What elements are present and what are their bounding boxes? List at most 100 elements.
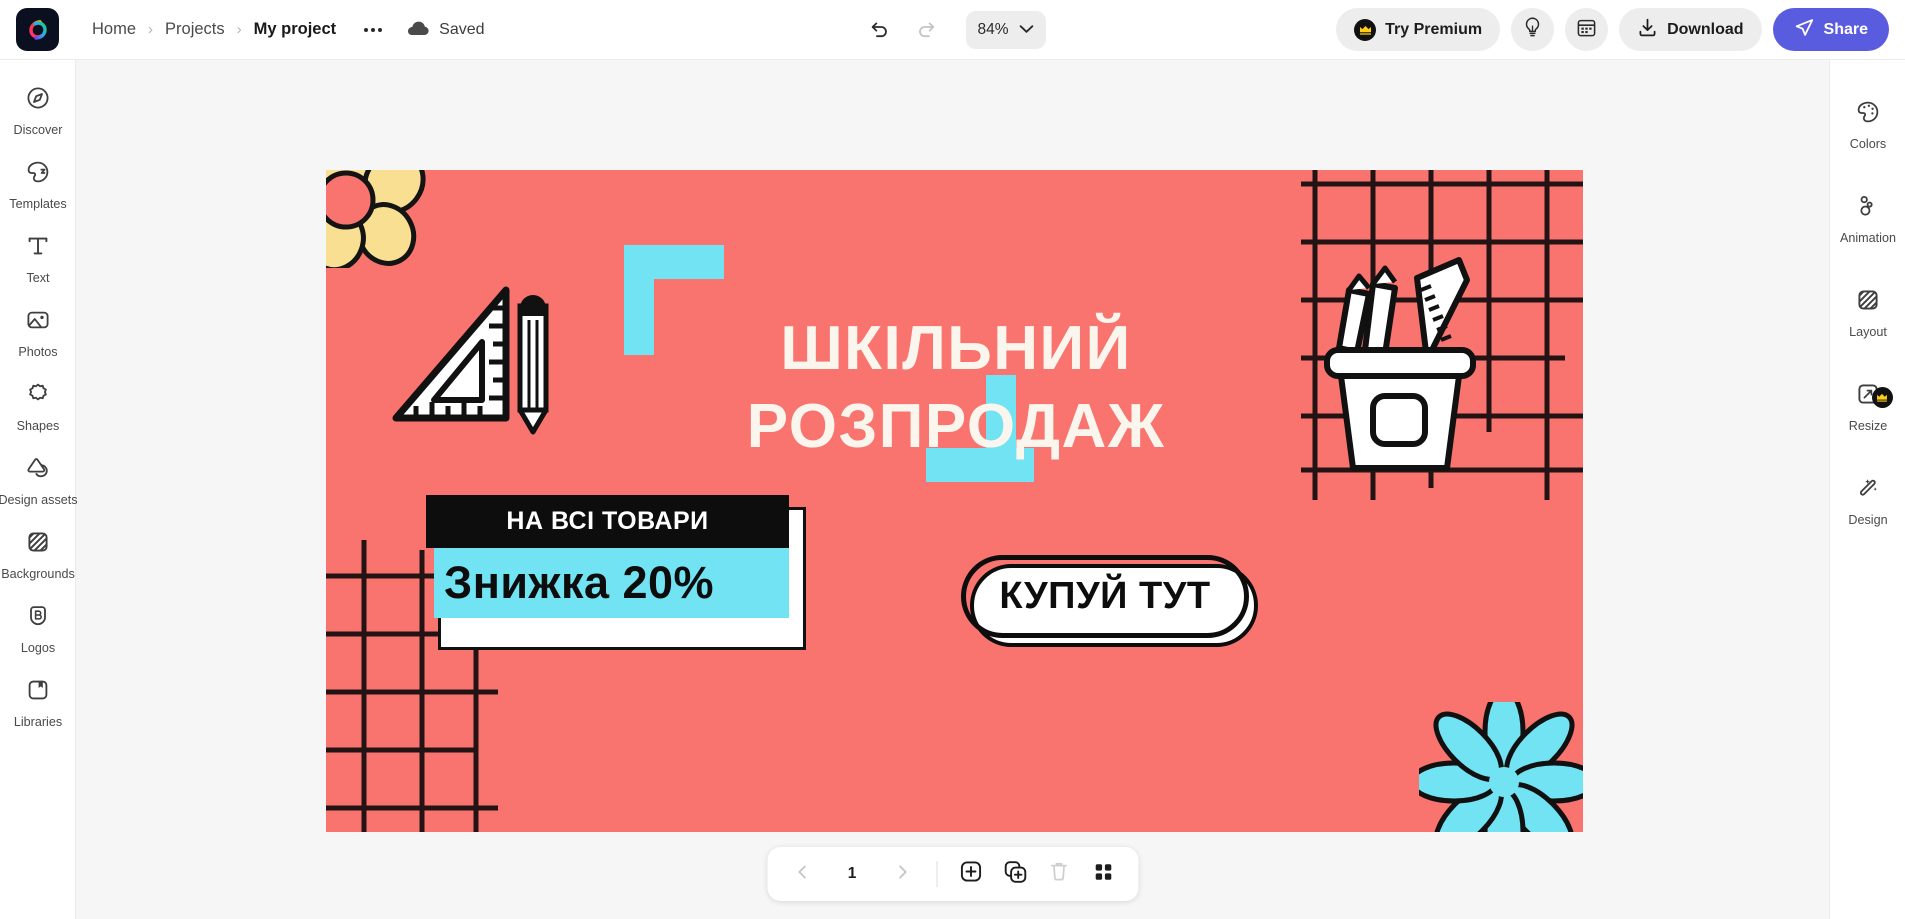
cta-pill: КУПУЙ ТУТ <box>961 555 1249 638</box>
headline-line-1: ШКІЛЬНИЙ <box>780 314 1132 383</box>
app-root: Home › Projects › My project Saved 84% T… <box>0 0 1905 919</box>
palette-icon <box>1855 99 1881 130</box>
sidebar-item-label: Templates <box>9 197 67 211</box>
sidebar-item-label: Photos <box>18 345 58 359</box>
plus-square-icon <box>960 860 983 888</box>
lightbulb-icon <box>1522 16 1543 43</box>
sidebar-item-libraries[interactable]: Libraries <box>0 666 76 740</box>
trash-icon <box>1048 860 1071 888</box>
calendar-icon <box>1576 17 1597 43</box>
download-icon <box>1637 17 1658 43</box>
breadcrumb-item-my-project[interactable]: My project <box>246 16 345 43</box>
ellipsis-icon[interactable] <box>358 16 388 44</box>
sidebar-item-text[interactable]: Text <box>0 222 76 296</box>
add-page-button[interactable] <box>950 853 992 895</box>
canvas-workspace[interactable]: ШКІЛЬНИЙ РОЗПРОДАЖ НА ВСІ ТОВАРИ Знижка … <box>76 60 1829 919</box>
page-navigation-bar: 1 <box>767 847 1138 901</box>
page-number[interactable]: 1 <box>825 865 879 883</box>
sidebar-item-layout[interactable]: Layout <box>1830 266 1905 360</box>
divider <box>936 861 937 887</box>
duplicate-icon <box>1003 860 1027 889</box>
grid-view-button[interactable] <box>1082 853 1124 895</box>
sidebar-item-logos[interactable]: Logos <box>0 592 76 666</box>
magic-wand-icon <box>1855 475 1881 506</box>
text-t-icon <box>25 233 51 264</box>
try-premium-label: Try Premium <box>1385 20 1483 38</box>
save-status-label: Saved <box>439 20 485 38</box>
design-assets-icon <box>25 455 51 486</box>
crown-icon <box>1877 393 1887 402</box>
sidebar-item-discover[interactable]: Discover <box>0 74 76 148</box>
sidebar-item-label: Design <box>1848 513 1888 527</box>
sidebar-item-backgrounds[interactable]: Backgrounds <box>0 518 76 592</box>
calendar-button[interactable] <box>1565 8 1609 51</box>
sidebar-item-label: Resize <box>1848 419 1888 433</box>
design-canvas[interactable]: ШКІЛЬНИЙ РОЗПРОДАЖ НА ВСІ ТОВАРИ Знижка … <box>326 170 1583 832</box>
ruler-triangle-and-pencil <box>392 286 549 435</box>
badge-top-bar: НА ВСІ ТОВАРИ <box>426 495 789 548</box>
sidebar-item-label: Animation <box>1839 231 1896 245</box>
sidebar-item-resize[interactable]: Resize <box>1830 360 1905 454</box>
adobe-express-logo[interactable] <box>16 8 59 51</box>
sidebar-item-label: Logos <box>20 641 56 655</box>
share-label: Share <box>1823 20 1868 38</box>
zoom-level-select[interactable]: 84% <box>965 10 1046 49</box>
sidebar-item-label: Design assets <box>0 493 78 507</box>
top-bar-actions: Try Premium Download Share <box>1336 8 1889 51</box>
grid-view-icon <box>1092 861 1114 888</box>
libraries-icon <box>25 677 51 708</box>
sidebar-item-label: Libraries <box>13 715 63 729</box>
previous-page-button[interactable] <box>781 853 823 895</box>
breadcrumb-separator-icon: › <box>236 21 242 38</box>
sidebar-item-label: Text <box>26 271 50 285</box>
cta-button[interactable]: КУПУЙ ТУТ <box>961 555 1261 655</box>
undo-icon[interactable] <box>859 11 897 49</box>
headline-line-2: РОЗПРОДАЖ <box>746 391 1166 461</box>
pencil-cup-with-ruler <box>1324 257 1476 471</box>
premium-badge <box>1871 386 1893 408</box>
sidebar-item-label: Shapes <box>16 419 60 433</box>
sidebar-item-colors[interactable]: Colors <box>1830 78 1905 172</box>
sidebar-item-label: Layout <box>1849 325 1887 339</box>
next-page-button[interactable] <box>881 853 923 895</box>
sidebar-item-templates[interactable]: Templates <box>0 148 76 222</box>
discount-badge[interactable]: НА ВСІ ТОВАРИ Знижка 20% <box>426 495 806 650</box>
chevron-right-icon <box>894 864 910 885</box>
sidebar-item-design-assets[interactable]: Design assets <box>0 444 78 518</box>
delete-page-button[interactable] <box>1038 853 1080 895</box>
sidebar-item-label: Backgrounds <box>1 567 75 581</box>
right-sidebar: Colors Animation Layout Resize Design <box>1829 60 1905 919</box>
crown-icon <box>1354 18 1377 41</box>
chevron-down-icon <box>1019 21 1034 39</box>
shapes-icon <box>25 381 51 412</box>
zoom-level-value: 84% <box>977 20 1009 38</box>
cta-label: КУПУЙ ТУТ <box>999 575 1211 617</box>
badge-bottom-bar: Знижка 20% <box>434 548 789 618</box>
save-status: Saved <box>406 19 485 41</box>
download-label: Download <box>1667 20 1744 38</box>
try-premium-button[interactable]: Try Premium <box>1336 8 1501 51</box>
breadcrumb-item-projects[interactable]: Projects <box>157 16 233 43</box>
duplicate-page-button[interactable] <box>994 853 1036 895</box>
sidebar-item-photos[interactable]: Photos <box>0 296 76 370</box>
sidebar-item-label: Colors <box>1849 137 1887 151</box>
download-button[interactable]: Download <box>1619 8 1762 51</box>
sidebar-item-animation[interactable]: Animation <box>1830 172 1905 266</box>
animation-icon <box>1855 193 1881 224</box>
sidebar-item-label: Discover <box>13 123 63 137</box>
badge-bottom-label: Знижка 20% <box>444 557 715 608</box>
photo-icon <box>25 307 51 338</box>
breadcrumb-item-home[interactable]: Home <box>84 16 144 43</box>
badge-top-label: НА ВСІ ТОВАРИ <box>506 507 709 535</box>
sidebar-item-design[interactable]: Design <box>1830 454 1905 548</box>
redo-icon[interactable] <box>907 11 945 49</box>
headline-text[interactable]: ШКІЛЬНИЙ РОЗПРОДАЖ <box>556 310 1356 465</box>
cyan-flower-bottom-right <box>1419 702 1583 832</box>
sidebar-item-shapes[interactable]: Shapes <box>0 370 76 444</box>
chevron-left-icon <box>794 864 810 885</box>
layout-icon <box>1855 287 1881 318</box>
share-button[interactable]: Share <box>1772 8 1889 51</box>
send-icon <box>1794 17 1815 43</box>
ideas-button[interactable] <box>1511 8 1555 51</box>
left-sidebar: Discover Templates Text Photos Shapes De… <box>0 60 78 919</box>
